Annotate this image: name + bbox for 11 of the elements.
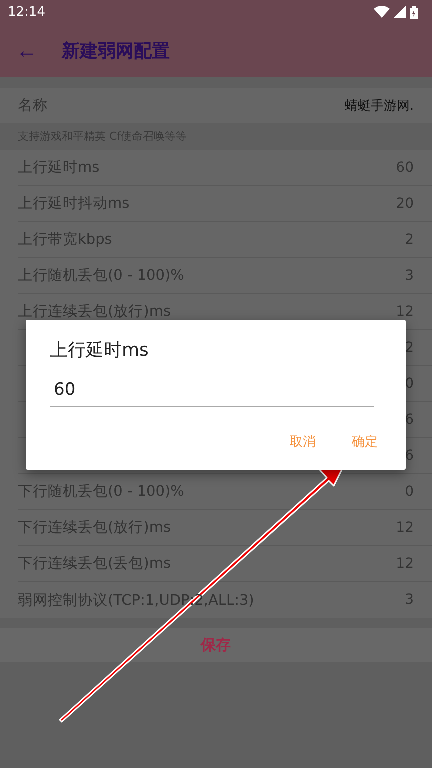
name-value: 蜻蜓手游网.	[344, 98, 414, 114]
dialog-title: 上行延时ms	[50, 339, 150, 362]
back-button[interactable]: ←	[16, 38, 38, 64]
wifi-icon	[374, 6, 390, 18]
save-button[interactable]: 保存	[0, 628, 432, 662]
dialog-button[interactable]: 确定	[352, 431, 378, 453]
page-title: 新建弱网配置	[62, 40, 170, 62]
dialog-button[interactable]: 取消	[290, 431, 316, 453]
clock-time: 12:14	[8, 4, 46, 20]
signal-icon	[394, 6, 406, 18]
battery-icon	[410, 6, 418, 18]
